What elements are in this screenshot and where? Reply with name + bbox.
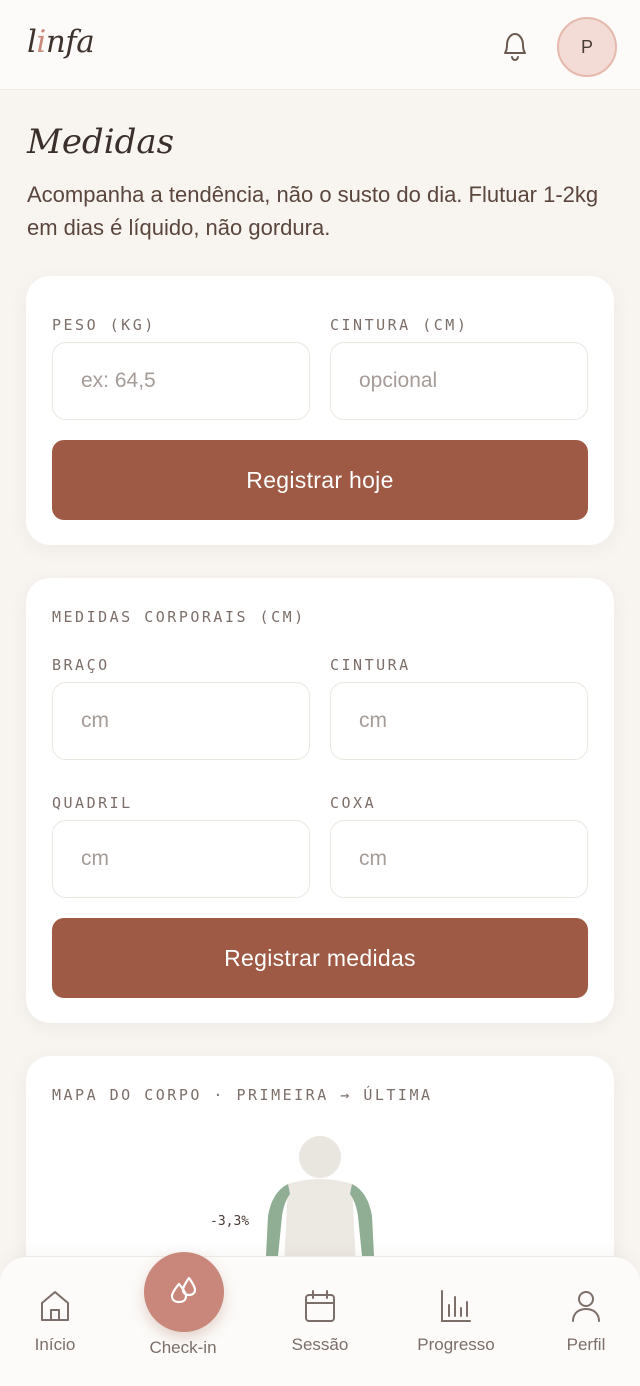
body-waist-input[interactable]	[330, 682, 588, 760]
arm-change-value: -3,3%	[210, 1214, 250, 1229]
weight-card: PESO (KG) CINTURA (CM) Registrar hoje	[26, 276, 614, 545]
thigh-label: COXA	[330, 794, 377, 812]
arm-input[interactable]	[52, 682, 310, 760]
drops-icon	[170, 1276, 197, 1304]
nav-label-inicio: Início	[34, 1335, 76, 1354]
hip-input[interactable]	[52, 820, 310, 898]
logo-letters-rest: nfa	[45, 24, 95, 60]
checkin-button[interactable]	[144, 1252, 224, 1332]
register-today-button[interactable]: Registrar hoje	[52, 440, 588, 520]
waist-label: CINTURA (CM)	[330, 316, 469, 334]
app-header: linfa P	[0, 0, 640, 90]
logo-letter-l: l	[27, 24, 37, 60]
body-waist-label: CINTURA	[330, 656, 411, 674]
bar-chart-icon	[441, 1290, 471, 1322]
body-map-head	[299, 1136, 341, 1178]
register-measurements-button[interactable]: Registrar medidas	[52, 918, 588, 998]
nav-item-inicio[interactable]: Início	[0, 1257, 110, 1386]
nav-item-progresso[interactable]: Progresso	[401, 1257, 511, 1386]
weight-input[interactable]	[52, 342, 310, 420]
nav-label-sessao: Sessão	[291, 1335, 349, 1354]
calendar-icon	[305, 1290, 335, 1322]
avatar-initial: P	[580, 36, 593, 57]
weight-label: PESO (KG)	[52, 316, 156, 334]
nav-label-perfil: Perfil	[566, 1335, 606, 1354]
page-subtitle: Acompanha a tendência, não o susto do di…	[27, 182, 599, 240]
page-title: Medidas	[27, 122, 175, 162]
user-icon	[572, 1291, 600, 1322]
nav-label-checkin[interactable]: Check-in	[128, 1338, 238, 1358]
home-icon	[41, 1291, 69, 1321]
body-measurements-label: MEDIDAS CORPORAIS (CM)	[52, 608, 306, 626]
app-logo[interactable]: linfa	[27, 24, 95, 60]
bottom-nav: Início Sessão Progresso Perfil	[0, 1256, 640, 1386]
waist-input[interactable]	[330, 342, 588, 420]
nav-item-sessao[interactable]: Sessão	[265, 1257, 375, 1386]
thigh-input[interactable]	[330, 820, 588, 898]
logo-letter-i: i	[36, 24, 46, 60]
body-measurements-card: MEDIDAS CORPORAIS (CM) BRAÇO CINTURA QUA…	[26, 578, 614, 1023]
hip-label: QUADRIL	[52, 794, 133, 812]
body-map-torso	[284, 1179, 356, 1266]
nav-item-perfil[interactable]: Perfil	[531, 1257, 640, 1386]
bell-icon[interactable]	[498, 28, 532, 64]
avatar[interactable]: P	[557, 17, 617, 77]
arm-label: BRAÇO	[52, 656, 110, 674]
nav-label-progresso: Progresso	[417, 1335, 495, 1354]
